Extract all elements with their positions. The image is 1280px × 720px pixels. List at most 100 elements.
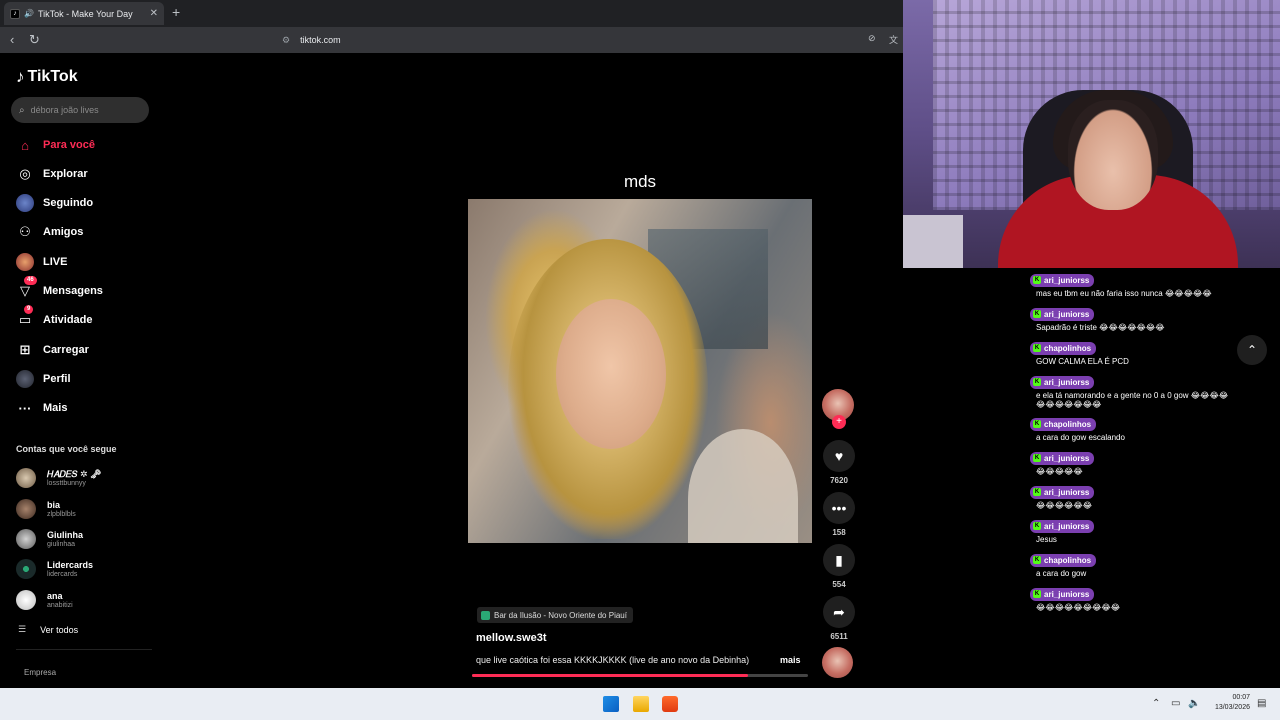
screen: ♪ 🔊 TikTok - Make Your Day ✕ + ‹ ↻ ⚙ tik…	[0, 0, 1280, 720]
chat-username: Kchapolinhos	[1030, 417, 1097, 431]
location-tag[interactable]: Bar da Ilusão - Novo Oriente do Piauí	[477, 607, 633, 623]
avatar	[16, 468, 36, 488]
comment-icon: •••	[831, 500, 847, 516]
more-button[interactable]: mais	[780, 655, 801, 665]
share-button[interactable]: ➦	[823, 596, 855, 628]
sidebar-divider	[16, 649, 152, 650]
music-disc-avatar[interactable]	[822, 647, 853, 678]
kick-badge-icon: K	[1033, 522, 1041, 530]
upload-icon: ⊞	[19, 342, 31, 357]
friends-icon: ⚇	[19, 224, 31, 239]
save-button[interactable]: ▮	[823, 544, 855, 576]
file-explorer-icon[interactable]	[633, 696, 649, 712]
close-tab-icon[interactable]: ✕	[150, 8, 158, 19]
location-text: Bar da Ilusão - Novo Oriente do Piauí	[494, 610, 627, 620]
kick-badge-icon: K	[1033, 378, 1041, 386]
tab-title: TikTok - Make Your Day	[37, 8, 133, 19]
more-icon: ···	[18, 400, 32, 416]
sidebar-item-para-voce[interactable]: ⌂ Para você	[16, 135, 95, 155]
browser-tab[interactable]: ♪ 🔊 TikTok - Make Your Day ✕	[4, 2, 164, 25]
avatar	[16, 590, 36, 610]
chat-message: Kari_juniorss Sapadrão é triste 😂😂😂😂😂😂😂	[1030, 302, 1280, 332]
chat-username: Kari_juniorss	[1030, 273, 1095, 287]
sidebar-item-mensagens[interactable]: ▽ 46 Mensagens	[16, 276, 103, 301]
save-count: 554	[832, 580, 846, 589]
following-account[interactable]: Giulinha giulinhaa	[16, 526, 83, 552]
following-account[interactable]: ana anabitizi	[16, 587, 73, 613]
video-progress-fill	[472, 674, 748, 677]
logo-text: TikTok	[27, 68, 78, 85]
translate-icon[interactable]: 文	[889, 33, 898, 46]
chat-text: Sapadrão é triste 😂😂😂😂😂😂😂	[1036, 322, 1165, 332]
notification-icon[interactable]: ▤	[1257, 698, 1266, 709]
following-account[interactable]: bia zlpblblbls	[16, 496, 76, 522]
url-field[interactable]: ⚙ tiktok.com	[282, 30, 902, 50]
tiktok-logo[interactable]: ♪ TikTok	[16, 67, 78, 87]
author-name[interactable]: mellow.swe3t	[476, 632, 547, 644]
account-handle: lossttbunnyy	[47, 479, 86, 487]
chat-message: Kari_juniorss 😂😂😂😂😂	[1030, 446, 1280, 476]
sidebar-item-perfil[interactable]: Perfil	[16, 369, 71, 389]
sidebar-item-label: Seguindo	[43, 197, 94, 209]
footer-link-empresa[interactable]: Empresa	[24, 668, 56, 677]
follow-plus-icon[interactable]: +	[832, 415, 846, 429]
volume-icon[interactable]: 🔈	[1188, 698, 1200, 709]
sidebar-item-explorar[interactable]: ◎ Explorar	[16, 164, 87, 184]
sidebar-item-seguindo[interactable]: Seguindo	[16, 193, 93, 213]
heart-icon: ♥	[834, 448, 844, 464]
new-tab-icon[interactable]: +	[172, 4, 180, 20]
system-clock[interactable]: 00:07 13/03/2026	[1206, 693, 1250, 713]
video-player[interactable]	[468, 199, 812, 543]
sidebar-item-amigos[interactable]: ⚇ Amigos	[16, 222, 83, 242]
kick-badge-icon: K	[1033, 344, 1041, 352]
windows-start-icon[interactable]	[603, 696, 619, 712]
compass-icon: ◎	[19, 166, 31, 181]
sidebar-item-label: Carregar	[43, 344, 89, 356]
chat-username: Kchapolinhos	[1030, 341, 1097, 355]
speaker-icon[interactable]: 🔊	[24, 9, 34, 18]
sidebar-item-mais[interactable]: ··· Mais	[16, 398, 68, 418]
kick-badge-icon: K	[1033, 488, 1041, 496]
chat-username: Kari_juniorss	[1030, 451, 1095, 465]
chat-text: a cara do gow	[1036, 568, 1087, 578]
tiktok-note-icon: ♪	[16, 67, 25, 86]
chat-message: Kchapolinhos a cara do gow	[1030, 548, 1280, 578]
following-avatar-icon	[16, 194, 34, 212]
account-name: bia	[47, 499, 61, 510]
avatar	[16, 499, 36, 519]
search-input[interactable]	[30, 105, 131, 115]
sidebar-item-live[interactable]: LIVE	[16, 252, 67, 272]
back-icon[interactable]: ‹	[10, 32, 14, 47]
messages-icon: ▽ 46	[16, 276, 37, 300]
home-icon: ⌂	[21, 137, 29, 153]
like-button[interactable]: ♥	[823, 440, 855, 472]
sidebar-item-carregar[interactable]: ⊞ Carregar	[16, 340, 89, 360]
chat-message: Kari_juniorss e ela tá namorando e a gen…	[1030, 370, 1280, 409]
reload-icon[interactable]: ↻	[29, 32, 40, 48]
activity-icon: ▭ 9	[16, 305, 34, 329]
profile-icon	[16, 370, 34, 388]
media-off-icon[interactable]: ⊘	[868, 33, 876, 44]
comment-count: 158	[832, 528, 846, 537]
account-handle: anabitizi	[47, 601, 73, 609]
network-icon[interactable]: ▭	[1171, 698, 1180, 709]
sidebar-item-label: Mensagens	[43, 285, 103, 297]
following-account[interactable]: 𝐻𝐴𝐷𝐸𝑆 ✲ 🗝 lossttbunnyy	[16, 465, 101, 491]
search-box[interactable]: ⌕	[11, 97, 149, 123]
site-settings-icon[interactable]: ⚙	[282, 35, 290, 46]
account-handle: giulinhaa	[47, 540, 76, 548]
webcam-head	[1068, 100, 1158, 210]
video-title: mds	[623, 172, 657, 191]
scroll-up-button[interactable]: ⌃	[1237, 335, 1267, 365]
video-progress-bar[interactable]	[472, 674, 808, 677]
share-icon: ➦	[833, 603, 845, 620]
comment-button[interactable]: •••	[823, 492, 855, 524]
following-account[interactable]: Lidercards lidercards	[16, 556, 93, 582]
tray-chevron-icon[interactable]: ⌃	[1152, 698, 1160, 709]
sidebar-item-atividade[interactable]: ▭ 9 Atividade	[16, 305, 93, 330]
bookmark-icon: ▮	[835, 551, 843, 568]
account-name: 𝐻𝐴𝐷𝐸𝑆 ✲ 🗝	[47, 468, 102, 479]
brave-browser-icon[interactable]	[662, 696, 678, 712]
see-all-button[interactable]: ☰ Ver todos	[18, 624, 78, 635]
sidebar-item-label: Perfil	[43, 373, 71, 385]
